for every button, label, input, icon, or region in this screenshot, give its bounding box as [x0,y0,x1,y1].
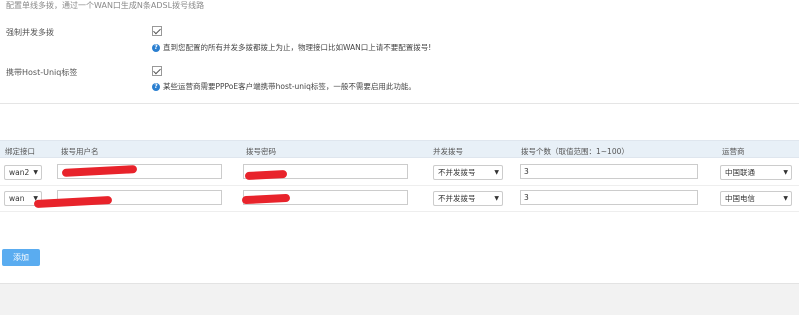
concurrent-select[interactable]: 不并发拨号 ▼ [433,191,503,206]
interface-value: wan2 [9,168,30,177]
option-label: 强制并发多拨 [6,28,54,37]
help-text-content: 某些运营商需要PPPoE客户端携带host-uniq标签，一般不需要启用此功能。 [163,82,416,91]
isp-value: 中国联通 [725,168,755,177]
count-input[interactable]: 3 [520,164,698,179]
isp-select[interactable]: 中国联通 ▼ [720,165,792,180]
option-label: 携带Host-Uniq标签 [6,68,78,77]
question-icon: ? [152,82,160,91]
concurrent-value: 不并发拨号 [438,194,476,203]
count-input[interactable]: 3 [520,190,698,205]
section-divider [0,103,799,104]
col-username: 拨号用户名 [61,147,99,156]
col-isp: 运营商 [722,147,745,156]
help-text: ? 某些运营商需要PPPoE客户端携带host-uniq标签，一般不需要启用此功… [152,81,416,92]
col-interface: 绑定接口 [5,147,35,156]
col-password: 拨号密码 [246,147,276,156]
dropdown-arrow-icon: ▼ [783,169,788,176]
dropdown-arrow-icon: ▼ [783,195,788,202]
interface-value: wan [9,194,25,203]
isp-value: 中国电信 [725,194,755,203]
page-footer [0,283,799,315]
force-concurrent-checkbox[interactable] [152,26,162,36]
page-description: 配置单线多拨，通过一个WAN口生成N条ADSL拨号线路 [6,1,205,10]
concurrent-select[interactable]: 不并发拨号 ▼ [433,165,503,180]
isp-select[interactable]: 中国电信 ▼ [720,191,792,206]
help-text: ? 直到您配置的所有并发多拨都拨上为止，物理接口比如WAN口上请不要配置拨号! [152,42,431,53]
dropdown-arrow-icon: ▼ [494,169,499,176]
table-header: 绑定接口 拨号用户名 拨号密码 并发拨号 拨号个数（取值范围：1~100） 运营… [0,140,799,158]
table-row: wan2 ▼ 不并发拨号 ▼ 3 中国联通 ▼ [0,160,799,186]
dropdown-arrow-icon: ▼ [494,195,499,202]
redaction-mark [33,195,113,209]
host-uniq-checkbox[interactable] [152,66,162,76]
col-count: 拨号个数（取值范围：1~100） [521,147,629,156]
question-icon: ? [152,43,160,52]
concurrent-value: 不并发拨号 [438,168,476,177]
help-text-content: 直到您配置的所有并发多拨都拨上为止，物理接口比如WAN口上请不要配置拨号! [163,43,432,52]
add-button[interactable]: 添加 [2,249,40,266]
interface-select[interactable]: wan2 ▼ [4,165,42,180]
table-row: wan ▼ 不并发拨号 ▼ 3 中国电信 ▼ [0,186,799,212]
dropdown-arrow-icon: ▼ [33,169,38,176]
col-concurrent: 并发拨号 [433,147,463,156]
